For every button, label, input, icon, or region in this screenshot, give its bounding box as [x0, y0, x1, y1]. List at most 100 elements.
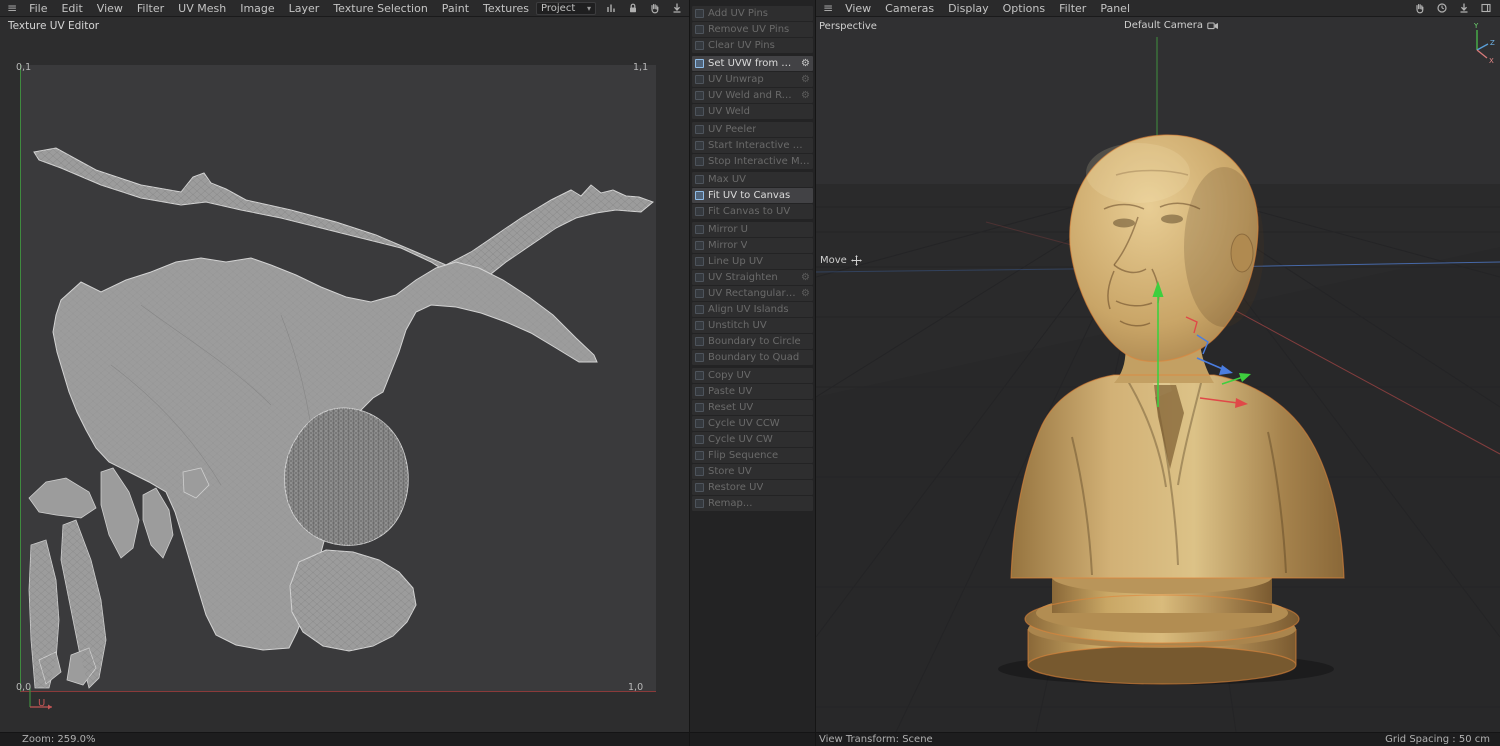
command-fit-canvas-to-uv[interactable]: Fit Canvas to UV	[692, 204, 813, 219]
menu-item-texture-selection[interactable]: Texture Selection	[326, 1, 434, 16]
command-label: Remove UV Pins	[708, 24, 790, 35]
command-group: Mirror U Mirror V Line Up UV UV Straighten ⚙…	[692, 222, 813, 365]
command-group: Max UV Fit UV to Canvas Fit Canvas to UV	[692, 172, 813, 219]
menu-item-paint[interactable]: Paint	[435, 1, 476, 16]
menu-item-textures[interactable]: Textures	[476, 1, 536, 16]
command-boundary-to-quad[interactable]: Boundary to Quad	[692, 350, 813, 365]
uv-islands-svg	[28, 147, 654, 689]
uv-island-mesh-blob[interactable]	[284, 407, 409, 546]
command-icon	[695, 289, 704, 298]
view-mode-label[interactable]: Perspective	[819, 21, 877, 32]
command-uv-unwrap[interactable]: UV Unwrap ⚙	[692, 72, 813, 87]
uv-canvas-area[interactable]: 0,1 1,1 0,0 1,0 U	[0, 30, 689, 732]
command-uv-peeler[interactable]: UV Peeler	[692, 122, 813, 137]
command-label: Restore UV	[708, 482, 764, 493]
command-clear-uv-pins[interactable]: Clear UV Pins	[692, 38, 813, 53]
command-remap[interactable]: Remap...	[692, 496, 813, 511]
viewport-3d[interactable]: Perspective Default Camera Move Y Z X	[816, 17, 1500, 732]
hamburger-menu-icon[interactable]: ≡	[821, 1, 838, 15]
gear-icon[interactable]: ⚙	[801, 74, 810, 85]
command-icon	[695, 273, 704, 282]
command-reset-uv[interactable]: Reset UV	[692, 400, 813, 415]
camera-label-text: Default Camera	[1124, 20, 1203, 31]
command-cycle-uv-cw[interactable]: Cycle UV CW	[692, 432, 813, 447]
lock-icon[interactable]	[625, 1, 640, 15]
menu-item-file[interactable]: File	[22, 1, 54, 16]
command-icon	[695, 499, 704, 508]
clock-icon[interactable]	[1434, 1, 1449, 15]
camera-label[interactable]: Default Camera	[1124, 20, 1219, 31]
command-max-uv[interactable]: Max UV	[692, 172, 813, 187]
zoom-level: Zoom: 259.0%	[22, 734, 96, 745]
command-boundary-to-circle[interactable]: Boundary to Circle	[692, 334, 813, 349]
command-icon	[695, 353, 704, 362]
menu-item-image[interactable]: Image	[233, 1, 281, 16]
chart-icon[interactable]	[603, 1, 618, 15]
command-label: Fit Canvas to UV	[708, 206, 791, 217]
command-remove-uv-pins[interactable]: Remove UV Pins	[692, 22, 813, 37]
menu-item-options[interactable]: Options	[996, 1, 1052, 16]
menu-item-uv-mesh[interactable]: UV Mesh	[171, 1, 233, 16]
command-paste-uv[interactable]: Paste UV	[692, 384, 813, 399]
command-label: Set UVW from Projection	[708, 58, 798, 69]
menu-item-filter[interactable]: Filter	[1052, 1, 1093, 16]
command-unstitch-uv[interactable]: Unstitch UV	[692, 318, 813, 333]
hand-icon[interactable]	[647, 1, 662, 15]
hand-icon[interactable]	[1412, 1, 1427, 15]
viewport-menubar: ≡ View Cameras Display Options Filter Pa…	[816, 0, 1500, 17]
uv-island-bottom[interactable]	[289, 549, 417, 652]
command-label: Paste UV	[708, 386, 753, 397]
command-set-uvw-from-projection[interactable]: Set UVW from Projection⚙	[692, 56, 813, 71]
command-icon	[695, 25, 704, 34]
menu-item-view[interactable]: View	[90, 1, 130, 16]
gear-icon[interactable]: ⚙	[801, 288, 810, 299]
gear-icon[interactable]: ⚙	[801, 272, 810, 283]
menu-item-filter[interactable]: Filter	[130, 1, 171, 16]
command-label: Mirror V	[708, 240, 748, 251]
command-label: Unstitch UV	[708, 320, 767, 331]
command-mirror-v[interactable]: Mirror V	[692, 238, 813, 253]
command-mirror-u[interactable]: Mirror U	[692, 222, 813, 237]
axis-orientation-gizmo[interactable]: Y Z X	[1466, 20, 1496, 68]
uv-corner-01: 0,1	[16, 62, 32, 73]
command-store-uv[interactable]: Store UV	[692, 464, 813, 479]
gear-icon[interactable]: ⚙	[801, 58, 810, 69]
command-icon	[695, 157, 704, 166]
command-uv-straighten[interactable]: UV Straighten ⚙	[692, 270, 813, 285]
uv-unit-square[interactable]	[20, 65, 656, 692]
uv-island-branch[interactable]	[33, 147, 654, 291]
command-line-up-uv[interactable]: Line Up UV	[692, 254, 813, 269]
project-dropdown[interactable]: Project ▾	[536, 1, 597, 15]
command-cycle-uv-ccw[interactable]: Cycle UV CCW	[692, 416, 813, 431]
menu-item-view[interactable]: View	[838, 1, 878, 16]
command-fit-uv-to-canvas[interactable]: Fit UV to Canvas	[692, 188, 813, 203]
menu-item-cameras[interactable]: Cameras	[878, 1, 941, 16]
command-uv-weld[interactable]: UV Weld	[692, 104, 813, 119]
menu-item-layer[interactable]: Layer	[282, 1, 327, 16]
command-icon	[695, 435, 704, 444]
command-copy-uv[interactable]: Copy UV	[692, 368, 813, 383]
command-label: Clear UV Pins	[708, 40, 775, 51]
viewport-panel: ≡ View Cameras Display Options Filter Pa…	[816, 0, 1500, 746]
command-restore-uv[interactable]: Restore UV	[692, 480, 813, 495]
command-icon	[695, 483, 704, 492]
hamburger-menu-icon[interactable]: ≡	[5, 1, 22, 15]
menu-item-panel[interactable]: Panel	[1093, 1, 1137, 16]
command-label: UV Straighten	[708, 272, 778, 283]
command-icon	[695, 91, 704, 100]
command-add-uv-pins[interactable]: Add UV Pins	[692, 6, 813, 21]
command-start-interactive-mapping[interactable]: Start Interactive Mapping	[692, 138, 813, 153]
menu-item-display[interactable]: Display	[941, 1, 996, 16]
command-label: Remap...	[708, 498, 753, 509]
menu-item-edit[interactable]: Edit	[54, 1, 89, 16]
axis-x-label: X	[1489, 57, 1494, 65]
command-align-uv-islands[interactable]: Align UV Islands	[692, 302, 813, 317]
panel-layout-icon[interactable]	[1478, 1, 1493, 15]
download-arrow-icon[interactable]	[1456, 1, 1471, 15]
command-uv-weld-and-relax[interactable]: UV Weld and Relax ⚙	[692, 88, 813, 103]
command-uv-rectangularize[interactable]: UV Rectangularize ⚙	[692, 286, 813, 301]
gear-icon[interactable]: ⚙	[801, 90, 810, 101]
command-flip-sequence[interactable]: Flip Sequence	[692, 448, 813, 463]
command-stop-interactive-mapping[interactable]: Stop Interactive Mapping	[692, 154, 813, 169]
download-arrow-icon[interactable]	[669, 1, 684, 15]
